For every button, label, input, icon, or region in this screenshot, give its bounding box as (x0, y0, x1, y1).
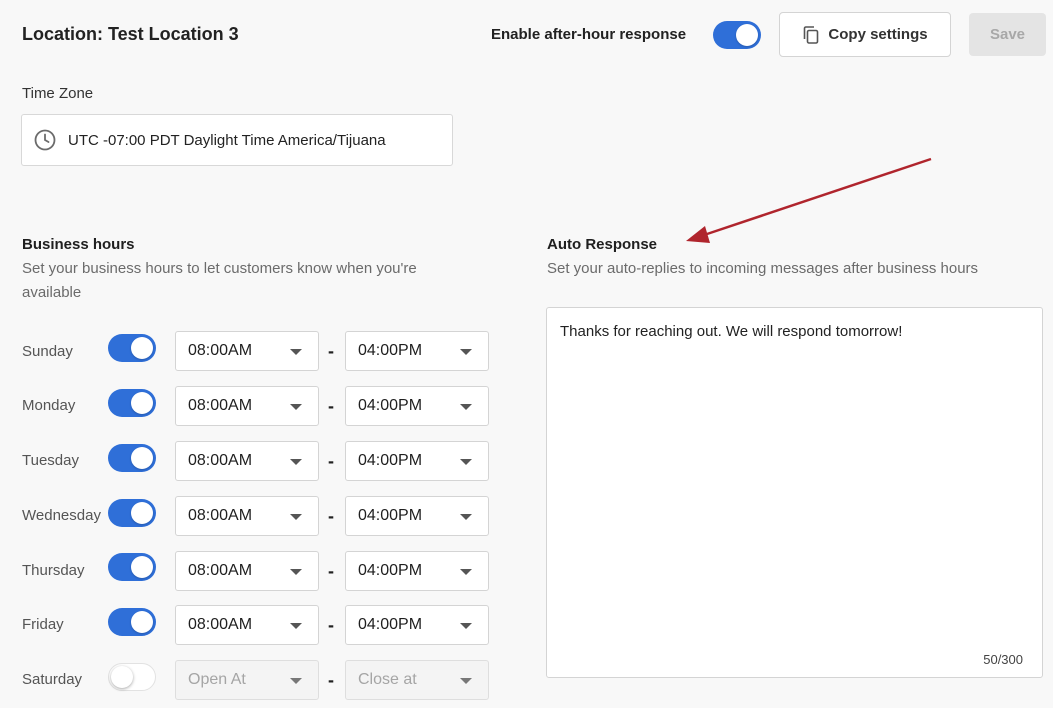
day-label-sunday: Sunday (22, 343, 73, 360)
close-time-value: 04:00PM (358, 562, 423, 579)
business-hours-title: Business hours (22, 236, 135, 253)
copy-icon (804, 25, 819, 44)
open-time-tuesday[interactable]: 08:00AM (175, 441, 319, 481)
day-label-friday: Friday (22, 616, 64, 633)
open-time-value: Open At (188, 671, 246, 688)
day-toggle-wednesday[interactable] (108, 499, 156, 527)
after-hour-label: Enable after-hour response (491, 26, 687, 43)
dropdown-arrow-icon (460, 569, 472, 575)
time-separator: - (328, 561, 334, 581)
dropdown-arrow-icon (460, 623, 472, 629)
auto-response-title: Auto Response (547, 236, 658, 253)
time-separator: - (328, 506, 334, 526)
dropdown-arrow-icon (460, 459, 472, 465)
dropdown-arrow-icon (460, 349, 472, 355)
dropdown-arrow-icon (290, 678, 302, 684)
close-time-value: 04:00PM (358, 452, 423, 469)
dropdown-arrow-icon (290, 514, 302, 520)
business-hours-description-line2: available (22, 284, 82, 301)
dropdown-arrow-icon (290, 623, 302, 629)
page-title: Location: Test Location 3 (22, 24, 239, 44)
time-separator: - (328, 670, 334, 690)
time-separator: - (328, 341, 334, 361)
close-time-value: 04:00PM (358, 616, 423, 633)
after-hour-toggle[interactable] (713, 21, 761, 49)
close-time-wednesday[interactable]: 04:00PM (345, 496, 489, 536)
day-label-tuesday: Tuesday (22, 452, 79, 469)
day-toggle-friday[interactable] (108, 608, 156, 636)
day-toggle-thursday[interactable] (108, 553, 156, 581)
open-time-value: 08:00AM (188, 507, 253, 524)
open-time-thursday[interactable]: 08:00AM (175, 551, 319, 591)
close-time-saturday[interactable]: Close at (345, 660, 489, 700)
day-toggle-monday[interactable] (108, 389, 156, 417)
open-time-saturday[interactable]: Open At (175, 660, 319, 700)
open-time-value: 08:00AM (188, 562, 253, 579)
time-separator: - (328, 451, 334, 471)
timezone-label: Time Zone (22, 85, 94, 102)
close-time-tuesday[interactable]: 04:00PM (345, 441, 489, 481)
day-label-thursday: Thursday (22, 562, 85, 579)
close-time-sunday[interactable]: 04:00PM (345, 331, 489, 371)
close-time-value: 04:00PM (358, 507, 423, 524)
day-label-wednesday: Wednesday (22, 507, 101, 524)
after-hours-settings-page: Location: Test Location 3 Enable after-h… (0, 0, 1053, 708)
close-time-value: Close at (358, 671, 417, 688)
day-label-saturday: Saturday (22, 671, 83, 688)
close-time-monday[interactable]: 04:00PM (345, 386, 489, 426)
dropdown-arrow-icon (290, 349, 302, 355)
copy-settings-label: Copy settings (828, 26, 928, 43)
auto-response-description: Set your auto-replies to incoming messag… (547, 260, 979, 277)
close-time-value: 04:00PM (358, 342, 423, 359)
copy-settings-button[interactable]: Copy settings (779, 12, 951, 57)
open-time-value: 08:00AM (188, 616, 253, 633)
close-time-value: 04:00PM (358, 397, 423, 414)
day-label-monday: Monday (22, 397, 76, 414)
dropdown-arrow-icon (460, 404, 472, 410)
open-time-monday[interactable]: 08:00AM (175, 386, 319, 426)
dropdown-arrow-icon (290, 404, 302, 410)
clock-icon (34, 129, 56, 151)
day-toggle-saturday[interactable] (108, 663, 156, 691)
business-hours-description: Set your business hours to let customers… (22, 257, 417, 305)
open-time-wednesday[interactable]: 08:00AM (175, 496, 319, 536)
open-time-friday[interactable]: 08:00AM (175, 605, 319, 645)
open-time-sunday[interactable]: 08:00AM (175, 331, 319, 371)
day-toggle-tuesday[interactable] (108, 444, 156, 472)
save-button[interactable]: Save (969, 13, 1046, 56)
open-time-value: 08:00AM (188, 342, 253, 359)
dropdown-arrow-icon (290, 569, 302, 575)
dropdown-arrow-icon (460, 678, 472, 684)
dropdown-arrow-icon (460, 514, 472, 520)
dropdown-arrow-icon (290, 459, 302, 465)
timezone-value: UTC -07:00 PDT Daylight Time America/Tij… (68, 131, 386, 149)
time-separator: - (328, 615, 334, 635)
timezone-select[interactable]: UTC -07:00 PDT Daylight Time America/Tij… (21, 114, 453, 166)
auto-response-textarea[interactable]: Thanks for reaching out. We will respond… (546, 307, 1043, 678)
day-toggle-sunday[interactable] (108, 334, 156, 362)
time-separator: - (328, 396, 334, 416)
close-time-friday[interactable]: 04:00PM (345, 605, 489, 645)
open-time-value: 08:00AM (188, 397, 253, 414)
close-time-thursday[interactable]: 04:00PM (345, 551, 489, 591)
business-hours-description-line1: Set your business hours to let customers… (22, 260, 417, 277)
open-time-value: 08:00AM (188, 452, 253, 469)
auto-response-message: Thanks for reaching out. We will respond… (560, 323, 903, 340)
character-count: 50/300 (983, 652, 1023, 667)
